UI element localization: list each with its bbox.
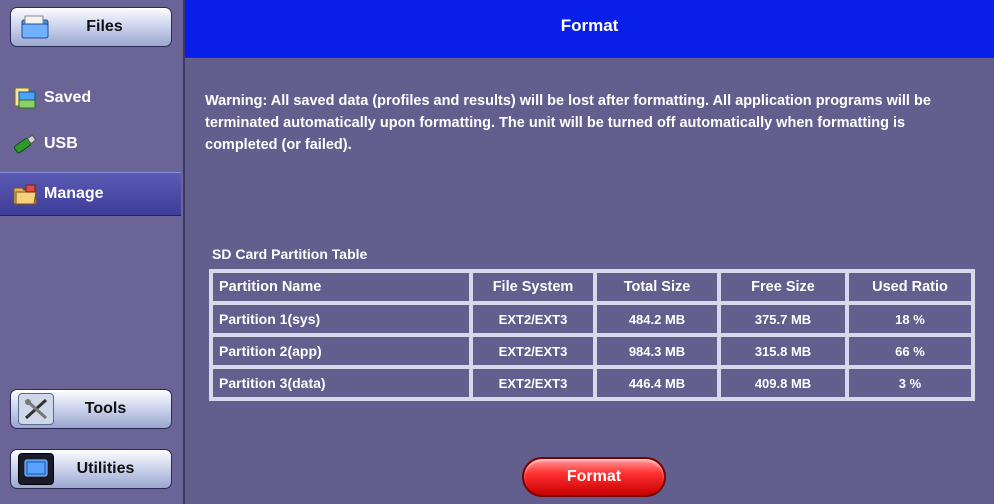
sidebar-item-label: Saved — [44, 89, 92, 106]
column-header-partition-name: Partition Name — [211, 271, 471, 303]
main-panel: Format Warning: All saved data (profiles… — [185, 0, 994, 504]
column-header-used-ratio: Used Ratio — [847, 271, 973, 303]
folder-icon — [12, 85, 38, 111]
format-button[interactable]: Format — [522, 457, 666, 497]
sidebar: Files Saved USB Manage Tools Utilities — [0, 0, 185, 504]
sidebar-item-label: USB — [44, 135, 78, 152]
sidebar-item-label: Manage — [44, 185, 104, 202]
table-row: Partition 1(sys) EXT2/EXT3 484.2 MB 375.… — [211, 303, 973, 335]
sidebar-item-manage[interactable]: Manage — [0, 172, 181, 216]
page-title: Format — [185, 0, 994, 58]
total-size-cell: 484.2 MB — [595, 303, 719, 335]
sidebar-item-usb[interactable]: USB — [0, 124, 181, 164]
used-ratio-cell: 18 % — [847, 303, 973, 335]
total-size-cell: 446.4 MB — [595, 367, 719, 399]
content-area: Warning: All saved data (profiles and re… — [185, 58, 994, 504]
sidebar-item-saved[interactable]: Saved — [0, 78, 181, 118]
table-row: Partition 3(data) EXT2/EXT3 446.4 MB 409… — [211, 367, 973, 399]
warning-text: Warning: All saved data (profiles and re… — [205, 93, 931, 153]
utilities-button[interactable]: Utilities — [10, 449, 172, 489]
column-header-file-system: File System — [471, 271, 595, 303]
table-title: SD Card Partition Table — [212, 246, 368, 262]
utilities-icon — [18, 453, 54, 485]
file-system-cell: EXT2/EXT3 — [471, 367, 595, 399]
file-system-cell: EXT2/EXT3 — [471, 303, 595, 335]
used-ratio-cell: 66 % — [847, 335, 973, 367]
free-size-cell: 375.7 MB — [719, 303, 847, 335]
free-size-cell: 315.8 MB — [719, 335, 847, 367]
table-row: Partition 2(app) EXT2/EXT3 984.3 MB 315.… — [211, 335, 973, 367]
usb-icon — [12, 131, 38, 157]
free-size-cell: 409.8 MB — [719, 367, 847, 399]
total-size-cell: 984.3 MB — [595, 335, 719, 367]
tools-button[interactable]: Tools — [10, 389, 172, 429]
column-header-free-size: Free Size — [719, 271, 847, 303]
files-button[interactable]: Files — [10, 7, 172, 47]
partition-table: Partition Name File System Total Size Fr… — [209, 269, 975, 401]
table-header-row: Partition Name File System Total Size Fr… — [211, 271, 973, 303]
tools-icon — [18, 393, 54, 425]
file-system-cell: EXT2/EXT3 — [471, 335, 595, 367]
partition-name-cell: Partition 2(app) — [211, 335, 471, 367]
utilities-label: Utilities — [76, 460, 135, 477]
partition-name-cell: Partition 3(data) — [211, 367, 471, 399]
manage-folder-icon — [12, 181, 38, 207]
used-ratio-cell: 3 % — [847, 367, 973, 399]
column-header-total-size: Total Size — [595, 271, 719, 303]
files-icon — [18, 12, 52, 42]
files-label: Files — [86, 18, 123, 35]
tools-label: Tools — [84, 400, 127, 417]
partition-name-cell: Partition 1(sys) — [211, 303, 471, 335]
